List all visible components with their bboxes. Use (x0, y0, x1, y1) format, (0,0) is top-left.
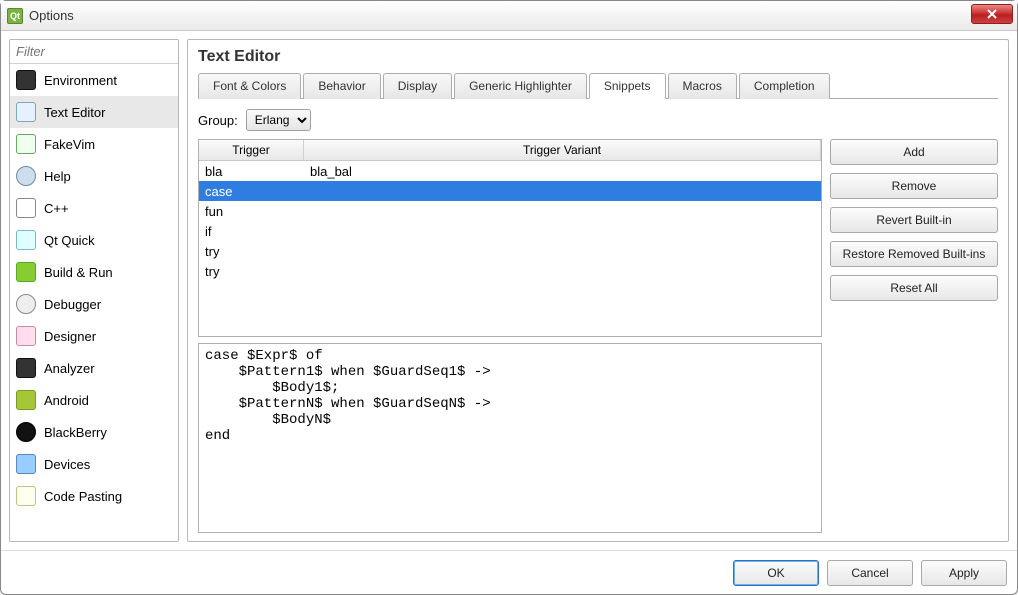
table-row[interactable]: case (199, 181, 821, 201)
blackberry-icon (16, 422, 36, 442)
page-title: Text Editor (198, 48, 998, 66)
sidebar-item-label: Code Pasting (44, 489, 122, 504)
add-button[interactable]: Add (830, 139, 998, 165)
sidebar-item-label: Qt Quick (44, 233, 95, 248)
tab-font-colors[interactable]: Font & Colors (198, 73, 301, 99)
sidebar-item-label: Environment (44, 73, 117, 88)
sidebar-item-label: Devices (44, 457, 90, 472)
android-icon (16, 390, 36, 410)
revert-builtin-button[interactable]: Revert Built-in (830, 207, 998, 233)
table-row[interactable]: fun (199, 201, 821, 221)
filter-input[interactable] (10, 40, 178, 64)
window-title: Options (29, 8, 74, 23)
sidebar-item-label: FakeVim (44, 137, 95, 152)
devices-icon (16, 454, 36, 474)
group-select[interactable]: Erlang (246, 109, 311, 131)
tab-macros[interactable]: Macros (668, 73, 737, 99)
tab-body-snippets: Group: Erlang Trigger Trigger Variant bl… (198, 99, 998, 533)
cell-variant: bla_bal (304, 164, 821, 179)
sidebar-item-label: Help (44, 169, 71, 184)
sidebar-item-label: Build & Run (44, 265, 113, 280)
category-list: Environment Text Editor FakeVim Help C++ Qt Q… (10, 64, 178, 541)
tab-generic-highlighter[interactable]: Generic Highlighter (454, 73, 587, 99)
tab-display[interactable]: Display (383, 73, 452, 99)
titlebar: Qt Options (1, 1, 1017, 31)
sidebar-item-devices[interactable]: Devices (10, 448, 178, 480)
table-row[interactable]: if (199, 221, 821, 241)
tab-completion[interactable]: Completion (739, 73, 830, 99)
sidebar-item-fakevim[interactable]: FakeVim (10, 128, 178, 160)
sidebar-item-analyzer[interactable]: Analyzer (10, 352, 178, 384)
snippet-table: Trigger Trigger Variant blabla_balcasefu… (198, 139, 822, 337)
sidebar-item-label: BlackBerry (44, 425, 107, 440)
sidebar-item-label: Text Editor (44, 105, 105, 120)
close-icon (987, 9, 997, 19)
sidebar-item-label: C++ (44, 201, 69, 216)
remove-button[interactable]: Remove (830, 173, 998, 199)
apply-button[interactable]: Apply (921, 560, 1007, 586)
analyzer-icon (16, 358, 36, 378)
text-editor-icon (16, 102, 36, 122)
debugger-icon (16, 294, 36, 314)
cell-trigger: fun (199, 204, 304, 219)
app-icon: Qt (7, 8, 23, 24)
col-header-variant[interactable]: Trigger Variant (304, 140, 821, 160)
sidebar-item-label: Designer (44, 329, 96, 344)
environment-icon (16, 70, 36, 90)
table-row[interactable]: try (199, 241, 821, 261)
tabs: Font & ColorsBehaviorDisplayGeneric High… (198, 72, 998, 99)
sidebar-item-code-pasting[interactable]: Code Pasting (10, 480, 178, 512)
sidebar-item-android[interactable]: Android (10, 384, 178, 416)
cell-trigger: case (199, 184, 304, 199)
cancel-button[interactable]: Cancel (827, 560, 913, 586)
table-row[interactable]: blabla_bal (199, 161, 821, 181)
sidebar-item-build-run[interactable]: Build & Run (10, 256, 178, 288)
reset-all-button[interactable]: Reset All (830, 275, 998, 301)
main-panel: Text Editor Font & ColorsBehaviorDisplay… (187, 39, 1009, 542)
sidebar-item-qt-quick[interactable]: Qt Quick (10, 224, 178, 256)
cell-trigger: bla (199, 164, 304, 179)
snippet-code[interactable]: case $Expr$ of $Pattern1$ when $GuardSeq… (198, 343, 822, 533)
col-header-trigger[interactable]: Trigger (199, 140, 304, 160)
restore-removed-builtins-button[interactable]: Restore Removed Built-ins (830, 241, 998, 267)
sidebar-item-help[interactable]: Help (10, 160, 178, 192)
sidebar-item-label: Android (44, 393, 89, 408)
help-icon (16, 166, 36, 186)
sidebar-item-blackberry[interactable]: BlackBerry (10, 416, 178, 448)
cell-trigger: try (199, 244, 304, 259)
cell-trigger: try (199, 264, 304, 279)
sidebar: Environment Text Editor FakeVim Help C++ Qt Q… (9, 39, 179, 542)
sidebar-item-label: Analyzer (44, 361, 95, 376)
fakevim-icon (16, 134, 36, 154)
close-button[interactable] (971, 4, 1013, 24)
group-label: Group: (198, 113, 238, 128)
cell-trigger: if (199, 224, 304, 239)
sidebar-item-environment[interactable]: Environment (10, 64, 178, 96)
sidebar-item-text-editor[interactable]: Text Editor (10, 96, 178, 128)
c--icon (16, 198, 36, 218)
sidebar-item-designer[interactable]: Designer (10, 320, 178, 352)
designer-icon (16, 326, 36, 346)
footer: OK Cancel Apply (1, 550, 1017, 594)
qt-quick-icon (16, 230, 36, 250)
sidebar-item-label: Debugger (44, 297, 101, 312)
code-pasting-icon (16, 486, 36, 506)
tab-snippets[interactable]: Snippets (589, 73, 666, 99)
table-row[interactable]: try (199, 261, 821, 281)
build-run-icon (16, 262, 36, 282)
sidebar-item-c-[interactable]: C++ (10, 192, 178, 224)
ok-button[interactable]: OK (733, 560, 819, 586)
tab-behavior[interactable]: Behavior (303, 73, 380, 99)
sidebar-item-debugger[interactable]: Debugger (10, 288, 178, 320)
